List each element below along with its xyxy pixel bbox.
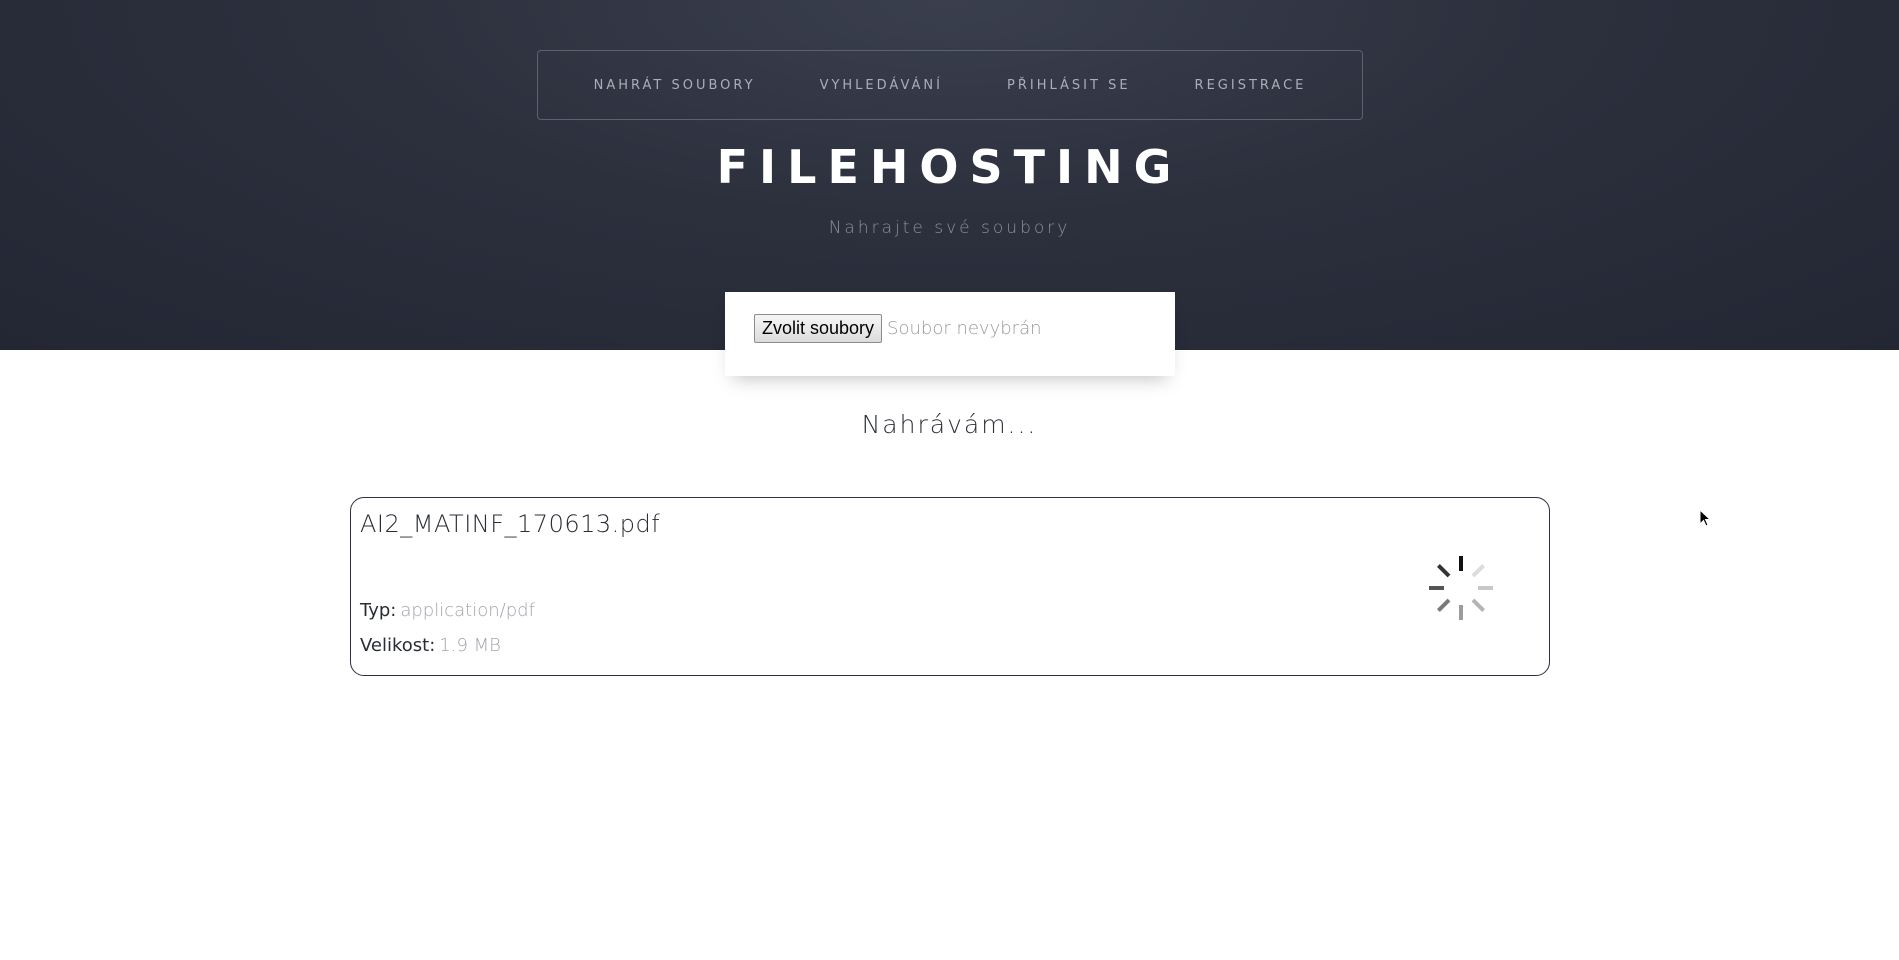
site-subtitle: Nahrajte své soubory — [828, 218, 1071, 238]
upload-card: Zvolit soubory Soubor nevybrán — [725, 292, 1175, 376]
file-size-label: Velikost: — [360, 635, 436, 656]
file-selection-status: Soubor nevybrán — [887, 318, 1042, 339]
site-title: FILEHOSTING — [716, 140, 1183, 194]
uploading-file-card: AI2_MATINF_170613.pdf Typ: application/pd… — [350, 497, 1550, 676]
file-type-row: Typ: application/pdf — [360, 600, 535, 621]
loading-spinner-icon — [1429, 556, 1493, 620]
file-name: AI2_MATINF_170613.pdf — [360, 510, 661, 538]
nav-item-search[interactable]: VYHLEDÁVÁNÍ — [788, 78, 975, 93]
upload-progress-message: Nahrávám... — [861, 410, 1038, 439]
mouse-pointer-icon — [1699, 509, 1711, 527]
file-size-value: 1.9 MB — [439, 635, 501, 656]
file-type-value: application/pdf — [400, 600, 535, 621]
choose-files-button[interactable]: Zvolit soubory — [754, 314, 883, 343]
file-type-label: Typ: — [360, 600, 397, 621]
file-size-row: Velikost: 1.9 MB — [360, 635, 501, 656]
nav-item-login[interactable]: PŘIHLÁSIT SE — [975, 78, 1163, 93]
nav-item-upload[interactable]: NAHRÁT SOUBORY — [562, 78, 788, 93]
nav-item-register[interactable]: REGISTRACE — [1163, 78, 1339, 93]
top-navigation: NAHRÁT SOUBORY VYHLEDÁVÁNÍ PŘIHLÁSIT SE … — [537, 50, 1363, 120]
